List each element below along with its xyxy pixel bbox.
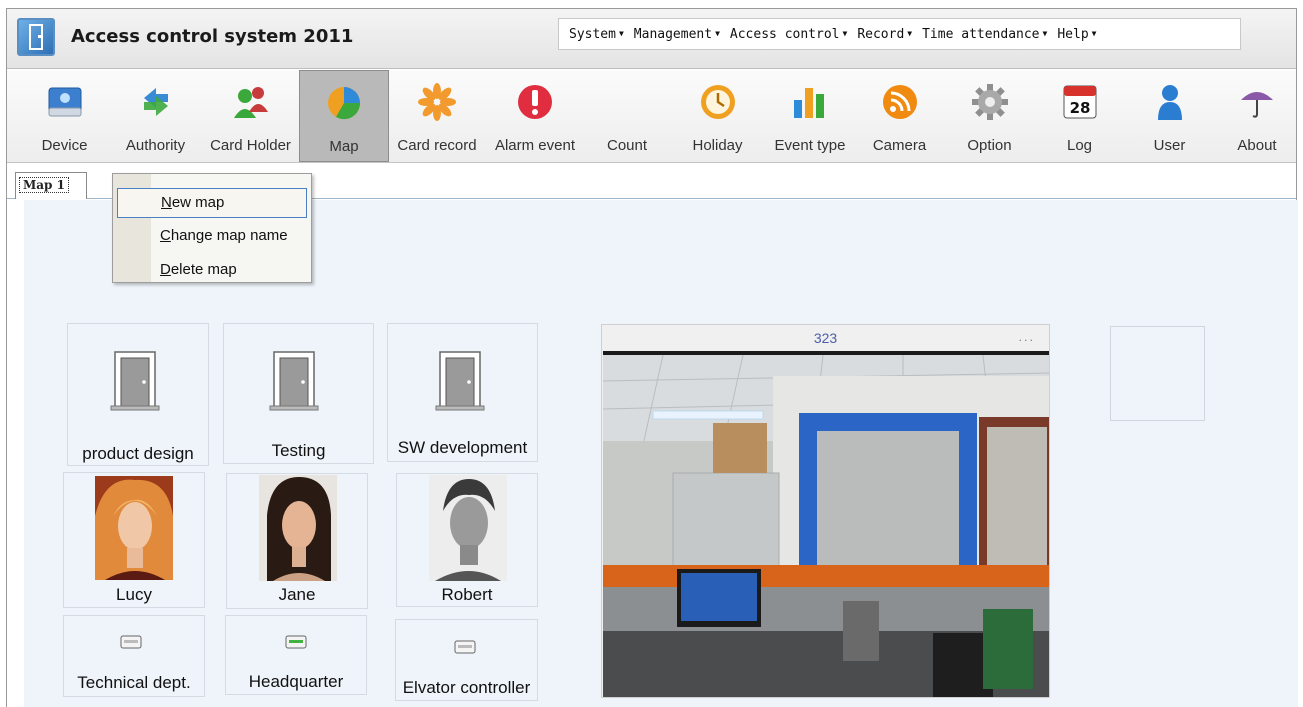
person-name: Lucy — [116, 585, 152, 604]
authority-label: Authority — [125, 137, 186, 154]
camera-button[interactable]: Camera — [857, 70, 942, 162]
card-holder-button[interactable]: Card Holder — [203, 70, 298, 162]
camera-label: Camera — [872, 137, 927, 154]
menu-access-control[interactable]: Access control ▼ — [725, 27, 852, 42]
lucy-photo — [95, 476, 173, 580]
chevron-down-icon: ▼ — [842, 28, 848, 38]
door-node-product-design[interactable]: product design — [67, 323, 209, 466]
menu-bar: System ▼ Management ▼ Access control ▼ Reco… — [558, 18, 1241, 50]
controller-name: Technical dept. — [77, 673, 191, 692]
menu-time-attendance[interactable]: Time attendance ▼ — [917, 27, 1052, 42]
user-button[interactable]: User — [1127, 70, 1212, 162]
controller-icon — [285, 635, 307, 649]
camera-options-icon[interactable]: ... — [1019, 331, 1036, 344]
tab-map-1-label: Map 1 — [19, 177, 69, 193]
person-node-robert[interactable]: Robert — [396, 473, 538, 607]
menu-management[interactable]: Management ▼ — [629, 27, 725, 42]
card-record-label: Card record — [397, 137, 477, 154]
change-map-name-menu-item[interactable]: Change map name — [117, 222, 307, 252]
about-label: About — [1237, 137, 1277, 154]
menu-system[interactable]: System ▼ — [564, 27, 629, 42]
umbrella-icon — [1241, 92, 1273, 118]
door-name: product design — [82, 444, 194, 463]
about-button[interactable]: About — [1217, 70, 1297, 162]
menu-help[interactable]: Help ▼ — [1052, 27, 1101, 42]
count-button[interactable]: Count — [582, 70, 672, 162]
chevron-down-icon: ▼ — [618, 28, 624, 38]
map-button[interactable]: Map — [299, 70, 389, 162]
authority-button[interactable]: Authority — [113, 70, 198, 162]
gear-icon — [971, 84, 1008, 120]
alarm-event-label: Alarm event — [494, 137, 576, 154]
user-icon — [1157, 85, 1182, 120]
chevron-down-icon: ▼ — [1042, 28, 1048, 38]
new-map-menu-item[interactable]: New map — [117, 188, 307, 218]
title-bar: Access control system 2011 System ▼ Manag… — [7, 9, 1296, 69]
device-icon — [48, 87, 81, 117]
option-label: Option — [967, 137, 1012, 154]
door-node-sw-development[interactable]: SW development — [387, 323, 538, 462]
toolbar: Device Authority Card Holder Map Card re… — [7, 70, 1296, 163]
chevron-down-icon: ▼ — [715, 28, 720, 38]
camera-feed — [603, 351, 1049, 697]
person-name: Jane — [278, 585, 316, 604]
app-title: Access control system 2011 — [71, 26, 354, 47]
card-record-button[interactable]: Card record — [392, 70, 482, 162]
app-logo-icon — [17, 18, 55, 56]
controller-node-technical-dept[interactable]: Technical dept. — [63, 615, 205, 697]
camera-icon — [882, 85, 917, 119]
map-context-menu: New map Change map name Delete map — [112, 173, 312, 283]
controller-icon — [120, 635, 142, 649]
delete-map-menu-item[interactable]: Delete map — [117, 256, 307, 286]
controller-name: Elvator controller — [402, 678, 531, 697]
calendar-icon: 28 — [1063, 85, 1096, 119]
device-label: Device — [41, 137, 88, 154]
option-button[interactable]: Option — [947, 70, 1032, 162]
event-type-button[interactable]: Event type — [765, 70, 855, 162]
controller-node-headquarter[interactable]: Headquarter — [225, 615, 367, 695]
person-node-jane[interactable]: Jane — [226, 473, 368, 609]
person-name: Robert — [441, 585, 493, 604]
tab-map-1[interactable]: Map 1 — [15, 172, 87, 199]
chevron-down-icon: ▼ — [907, 28, 913, 38]
log-badge: 28 — [1069, 99, 1090, 117]
user-label: User — [1153, 137, 1186, 154]
device-button[interactable]: Device — [22, 70, 107, 162]
controller-node-elvator-controller[interactable]: Elvator controller — [395, 619, 538, 701]
card-holder-label: Card Holder — [210, 137, 291, 154]
map-icon — [328, 87, 361, 120]
alarm-event-button[interactable]: Alarm event — [490, 70, 580, 162]
chevron-down-icon: ▼ — [1091, 28, 1097, 38]
camera-title: 323 — [813, 330, 838, 346]
event-type-icon — [794, 88, 824, 118]
alarm-icon — [518, 85, 552, 119]
menu-record[interactable]: Record ▼ — [852, 27, 917, 42]
door-icon — [269, 351, 319, 411]
door-icon — [110, 351, 160, 411]
map-label: Map — [329, 138, 359, 155]
controller-icon — [454, 640, 476, 654]
count-label: Count — [606, 137, 648, 154]
camera-panel[interactable]: 323 ... — [601, 324, 1050, 698]
event-type-label: Event type — [774, 137, 846, 154]
door-name: SW development — [397, 438, 528, 457]
card-record-icon — [418, 83, 456, 121]
robert-photo — [429, 475, 507, 581]
door-node-testing[interactable]: Testing — [223, 323, 374, 464]
holiday-label: Holiday — [692, 137, 743, 154]
card-holder-icon — [233, 87, 268, 118]
controller-name: Headquarter — [248, 672, 344, 691]
person-node-lucy[interactable]: Lucy — [63, 472, 205, 608]
door-icon — [435, 351, 485, 411]
door-name: Testing — [271, 441, 326, 460]
jane-photo — [259, 475, 337, 581]
log-button[interactable]: 28 Log — [1037, 70, 1122, 162]
holiday-icon — [700, 85, 735, 119]
empty-map-slot[interactable] — [1110, 326, 1205, 421]
authority-icon — [143, 88, 168, 116]
holiday-button[interactable]: Holiday — [675, 70, 760, 162]
log-label: Log — [1066, 137, 1093, 154]
